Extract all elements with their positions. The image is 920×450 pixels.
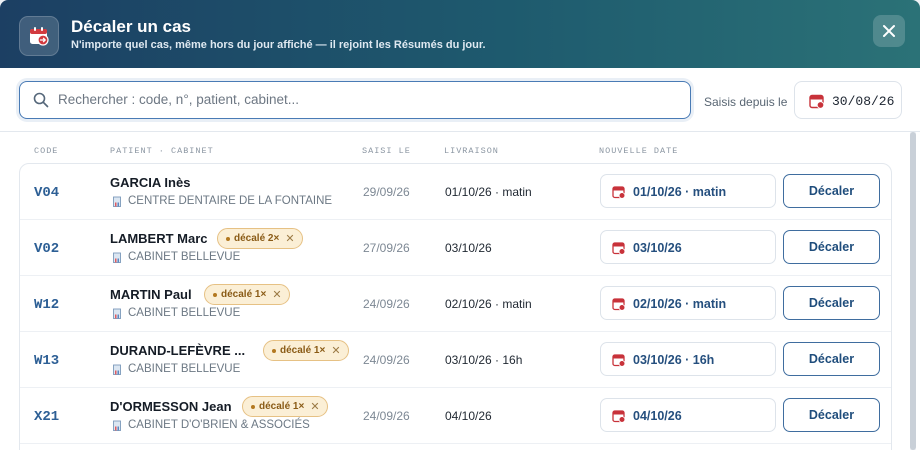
badge-dot bbox=[213, 292, 217, 297]
calendar-icon bbox=[809, 94, 825, 109]
badge-dot bbox=[251, 404, 255, 409]
new-date-value: 03/10/26 · 16h bbox=[633, 353, 715, 367]
rescheduled-badge: décalé 1× ✕ bbox=[263, 340, 349, 361]
calendar-icon bbox=[612, 410, 626, 423]
since-date-value: 30/08/26 bbox=[832, 94, 895, 109]
building-icon bbox=[113, 308, 121, 319]
dialog-title: Décaler un cas bbox=[71, 17, 192, 36]
case-code: W12 bbox=[34, 297, 60, 313]
col-code: CODE bbox=[34, 146, 59, 156]
remove-badge-icon[interactable]: ✕ bbox=[331, 344, 340, 357]
calendar-icon bbox=[612, 298, 626, 311]
decaler-button[interactable]: Décaler bbox=[783, 398, 880, 432]
column-headers: CODE PATIENT · CABINET SAISI LE LIVRAISO… bbox=[0, 132, 910, 162]
livraison-date: 03/10/26 · 16h bbox=[445, 353, 523, 367]
badge-label: décalé 1× bbox=[221, 289, 267, 300]
new-date-picker[interactable]: 03/10/26 bbox=[600, 230, 776, 264]
cabinet-name: CABINET BELLEVUE bbox=[128, 307, 241, 319]
cabinet: CABINET BELLEVUE bbox=[112, 251, 240, 263]
livraison-date: 01/10/26 · matin bbox=[445, 185, 532, 199]
new-date-picker[interactable]: 04/10/26 bbox=[600, 398, 776, 432]
rescheduled-badge: décalé 1× ✕ bbox=[242, 396, 328, 417]
badge-label: décalé 1× bbox=[280, 345, 326, 356]
scrollbar[interactable] bbox=[910, 132, 916, 450]
calendar-icon bbox=[612, 242, 626, 255]
case-code: V02 bbox=[34, 241, 60, 257]
new-date-value: 04/10/26 bbox=[633, 409, 682, 423]
remove-badge-icon[interactable]: ✕ bbox=[285, 232, 294, 245]
rescheduled-badge: décalé 1× ✕ bbox=[204, 284, 290, 305]
cabinet: CABINET BELLEVUE bbox=[112, 307, 240, 319]
saisi-date: 24/09/26 bbox=[363, 297, 410, 311]
decaler-button[interactable]: Décaler bbox=[783, 174, 880, 208]
badge-dot bbox=[272, 348, 276, 353]
livraison-date: 03/10/26 bbox=[445, 241, 492, 255]
patient-name: GARCIA Inès bbox=[110, 175, 191, 190]
case-code: V04 bbox=[34, 185, 60, 201]
patient-name: D'ORMESSON Jean bbox=[110, 399, 232, 414]
cabinet: CENTRE DENTAIRE DE LA FONTAINE bbox=[112, 195, 332, 207]
calendar-move-icon bbox=[19, 16, 59, 56]
building-icon bbox=[113, 196, 121, 207]
reschedule-dialog: Décaler un cas N'importe quel cas, même … bbox=[0, 0, 920, 450]
case-list: V04 GARCIA Inès CENTRE DENTAIRE DE LA FO… bbox=[19, 163, 892, 450]
table-row: X21 D'ORMESSON Jean décalé 1× ✕ CABINET … bbox=[20, 388, 891, 444]
cabinet-name: CENTRE DENTAIRE DE LA FONTAINE bbox=[128, 195, 333, 207]
table-row: W12 MARTIN Paul décalé 1× ✕ CABINET BELL… bbox=[20, 276, 891, 332]
since-label: Saisis depuis le bbox=[704, 95, 788, 109]
col-livraison: LIVRAISON bbox=[444, 146, 499, 156]
table-row: V02 LAMBERT Marc décalé 2× ✕ CABINET BEL… bbox=[20, 220, 891, 276]
new-date-value: 02/10/26 · matin bbox=[633, 297, 727, 311]
search-box bbox=[19, 81, 691, 119]
table-row: W13 DURAND-LEFÈVRE ... décalé 1× ✕ CABIN… bbox=[20, 332, 891, 388]
calendar-icon bbox=[612, 354, 626, 367]
close-icon bbox=[883, 25, 895, 37]
new-date-value: 01/10/26 · matin bbox=[633, 185, 727, 199]
building-icon bbox=[113, 420, 121, 431]
calendar-icon bbox=[612, 186, 626, 199]
livraison-date: 02/10/26 · matin bbox=[445, 297, 532, 311]
search-icon bbox=[33, 92, 49, 108]
since-date-picker[interactable]: 30/08/26 bbox=[794, 81, 902, 119]
building-icon bbox=[113, 364, 121, 375]
scrollbar-thumb[interactable] bbox=[910, 132, 916, 450]
badge-label: décalé 2× bbox=[234, 233, 280, 244]
close-button[interactable] bbox=[873, 15, 905, 47]
table-row: V04 GARCIA Inès CENTRE DENTAIRE DE LA FO… bbox=[20, 164, 891, 220]
badge-label: décalé 1× bbox=[259, 401, 305, 412]
new-date-picker[interactable]: 03/10/26 · 16h bbox=[600, 342, 776, 376]
case-code: X21 bbox=[34, 409, 60, 425]
badge-dot bbox=[226, 236, 230, 241]
building-icon bbox=[113, 252, 121, 263]
patient-name: MARTIN Paul bbox=[110, 287, 192, 302]
patient-name: LAMBERT Marc bbox=[110, 231, 208, 246]
case-code: W13 bbox=[34, 353, 60, 369]
remove-badge-icon[interactable]: ✕ bbox=[310, 400, 319, 413]
new-date-picker[interactable]: 02/10/26 · matin bbox=[600, 286, 776, 320]
saisi-date: 27/09/26 bbox=[363, 241, 410, 255]
search-input[interactable] bbox=[58, 82, 678, 117]
dialog-subtitle: N'importe quel cas, même hors du jour af… bbox=[71, 39, 486, 51]
new-date-value: 03/10/26 bbox=[633, 241, 682, 255]
livraison-date: 04/10/26 bbox=[445, 409, 492, 423]
saisi-date: 29/09/26 bbox=[363, 185, 410, 199]
new-date-picker[interactable]: 01/10/26 · matin bbox=[600, 174, 776, 208]
col-patient: PATIENT · CABINET bbox=[110, 146, 214, 156]
decaler-button[interactable]: Décaler bbox=[783, 342, 880, 376]
saisi-date: 24/09/26 bbox=[363, 409, 410, 423]
patient-name: DURAND-LEFÈVRE ... bbox=[110, 343, 246, 358]
saisi-date: 24/09/26 bbox=[363, 353, 410, 367]
cabinet-name: CABINET BELLEVUE bbox=[128, 363, 241, 375]
remove-badge-icon[interactable]: ✕ bbox=[272, 288, 281, 301]
cabinet-name: CABINET D'O'BRIEN & ASSOCIÉS bbox=[128, 419, 310, 431]
decaler-button[interactable]: Décaler bbox=[783, 286, 880, 320]
col-nouvelle-date: NOUVELLE DATE bbox=[599, 146, 679, 156]
col-saisi: SAISI LE bbox=[362, 146, 411, 156]
cabinet: CABINET D'O'BRIEN & ASSOCIÉS bbox=[112, 419, 310, 431]
cabinet: CABINET BELLEVUE bbox=[112, 363, 240, 375]
cabinet-name: CABINET BELLEVUE bbox=[128, 251, 241, 263]
dialog-header: Décaler un cas N'importe quel cas, même … bbox=[0, 0, 920, 68]
decaler-button[interactable]: Décaler bbox=[783, 230, 880, 264]
rescheduled-badge: décalé 2× ✕ bbox=[217, 228, 303, 249]
